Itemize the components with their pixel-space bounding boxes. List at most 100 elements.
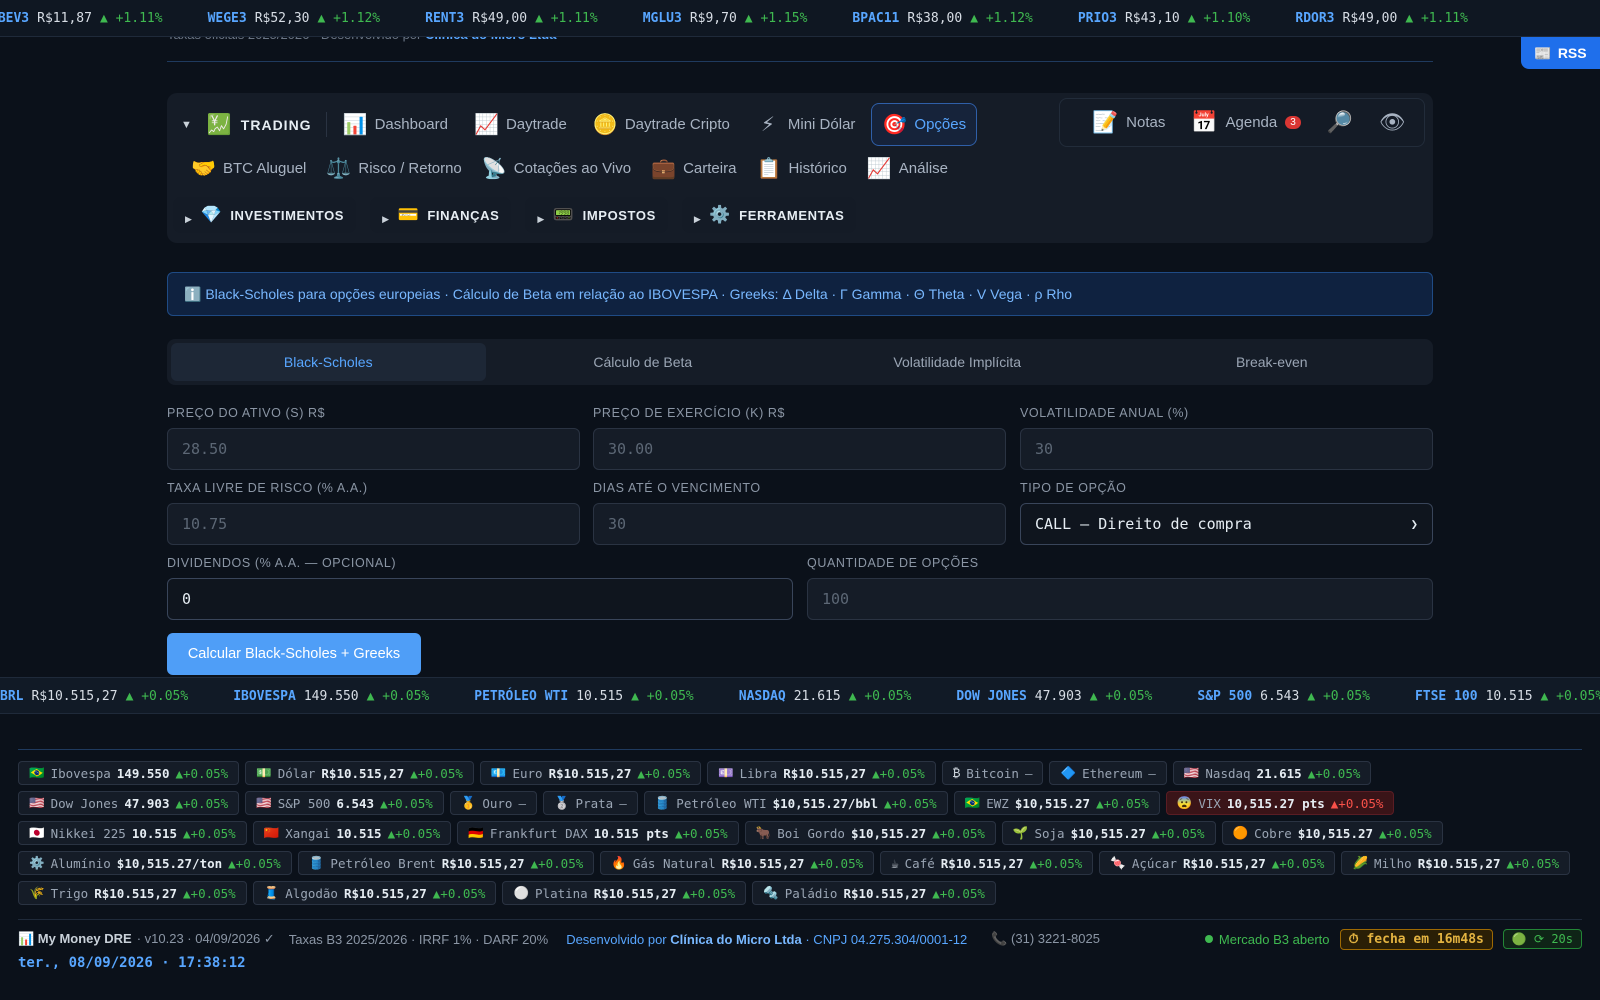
developer-link[interactable]: Desenvolvido por Clínica do Micro Ltda ·… xyxy=(566,932,967,947)
privacy-toggle[interactable]: 👁 xyxy=(1379,111,1406,135)
nav-group-investimentos[interactable]: ▶ 💎 INVESTIMENTOS xyxy=(173,197,357,233)
market-chip[interactable]: 🐂 Boi Gordo $10,515.27 ▲+0.05% xyxy=(744,821,996,845)
search-button[interactable]: 🔎 xyxy=(1327,111,1353,135)
nav-group-ferramentas[interactable]: ▶ ⚙️ FERRAMENTAS xyxy=(681,197,857,233)
ticker-item[interactable]: PETRÓLEO WTI 10.515 ▲ +0.05% xyxy=(474,689,694,704)
chip-change: ▲+0.05% xyxy=(530,855,584,871)
chip-change: ▲+0.05% xyxy=(883,795,937,811)
days-input[interactable]: 30 xyxy=(593,503,1006,545)
nav-item-risco-retorno[interactable]: ⚖️ Risco / Retorno xyxy=(316,148,471,189)
market-chip[interactable]: 🔥 Gás Natural R$10.515,27 ▲+0.05% xyxy=(600,851,875,875)
tab-implied-volatility[interactable]: Volatilidade Implícita xyxy=(800,343,1115,381)
ticker-item[interactable]: RDOR3 R$49,00 ▲ +1.11% xyxy=(1295,11,1468,26)
ticker-item[interactable]: ABEV3 R$11,87 ▲ +1.11% xyxy=(0,11,163,26)
ticker-item[interactable]: BRL R$10.515,27 ▲ +0.05% xyxy=(0,689,188,704)
ticker-item[interactable]: DOW JONES 47.903 ▲ +0.05% xyxy=(956,689,1152,704)
nav-item-carteira[interactable]: 💼 Carteira xyxy=(641,148,746,189)
calculate-button[interactable]: Calcular Black-Scholes + Greeks xyxy=(167,633,421,675)
market-chip[interactable]: 🥈 Prata — xyxy=(542,791,638,815)
rss-button[interactable]: 📰 RSS xyxy=(1521,37,1600,69)
market-chip[interactable]: 🇧🇷 EWZ $10,515.27 ▲+0.05% xyxy=(953,791,1160,815)
market-chip[interactable]: 🇩🇪 Frankfurt DAX 10.515 pts ▲+0.05% xyxy=(457,821,739,845)
quantity-input[interactable]: 100 xyxy=(807,578,1433,620)
market-chip[interactable]: 🧵 Algodão R$10.515,27 ▲+0.05% xyxy=(252,881,497,905)
ticker-item[interactable]: IBOVESPA 149.550 ▲ +0.05% xyxy=(233,689,429,704)
nav-icon: 📊 xyxy=(342,114,368,136)
market-chip[interactable]: 🔩 Paládio R$10.515,27 ▲+0.05% xyxy=(752,881,996,905)
nav-item-dashboard[interactable]: 📊 Dashboard xyxy=(333,104,458,145)
nav-item-daytrade[interactable]: 📈 Daytrade xyxy=(464,104,577,145)
market-chip[interactable]: 🇺🇸 Dow Jones 47.903 ▲+0.05% xyxy=(18,791,240,815)
ticker-item[interactable]: FTSE 100 10.515 ▲ +0.05% xyxy=(1415,689,1600,704)
market-chip[interactable]: 🌾 Trigo R$10.515,27 ▲+0.05% xyxy=(18,881,247,905)
market-chip[interactable]: ₿ Bitcoin — xyxy=(941,761,1044,785)
market-chip[interactable]: ⚪ Platina R$10.515,27 ▲+0.05% xyxy=(502,881,747,905)
ticker-item[interactable]: PRIO3 R$43,10 ▲ +1.10% xyxy=(1078,11,1251,26)
ticker-symbol: PETRÓLEO WTI xyxy=(474,689,569,704)
notes-button[interactable]: 📝 Notas xyxy=(1092,111,1165,135)
market-chip[interactable]: 💷 Libra R$10.515,27 ▲+0.05% xyxy=(707,761,936,785)
market-chip[interactable]: 💶 Euro R$10.515,27 ▲+0.05% xyxy=(479,761,702,785)
market-chip[interactable]: 🛢️ Petróleo WTI $10,515.27/bbl ▲+0.05% xyxy=(643,791,948,815)
market-chip[interactable]: ☕ Café R$10.515,27 ▲+0.05% xyxy=(880,851,1094,875)
dividends-input[interactable]: 0 xyxy=(167,578,793,620)
tab-beta[interactable]: Cálculo de Beta xyxy=(486,343,801,381)
chip-row: 🇯🇵 Nikkei 225 10.515 ▲+0.05% 🇨🇳 Xangai 10.515 ▲… xyxy=(18,821,1582,845)
ticker-item[interactable]: WEGE3 R$52,30 ▲ +1.12% xyxy=(208,11,381,26)
ticker-change: ▲ +1.11% xyxy=(99,11,163,26)
nav-item-btc-aluguel[interactable]: 🤝 BTC Aluguel xyxy=(181,148,316,189)
quantity-label: QUANTIDADE DE OPÇÕES xyxy=(807,556,979,570)
market-chip[interactable]: 🔷 Ethereum — xyxy=(1049,761,1167,785)
asset-price-input[interactable]: 28.50 xyxy=(167,428,580,470)
nav-item-cota-es-ao-vivo[interactable]: 📡 Cotações ao Vivo xyxy=(472,148,641,189)
strike-price-input[interactable]: 30.00 xyxy=(593,428,1006,470)
market-chip[interactable]: 🇧🇷 Ibovespa 149.550 ▲+0.05% xyxy=(18,761,240,785)
nav-group-impostos[interactable]: ▶ 📟 IMPOSTOS xyxy=(525,197,668,233)
ticker-item[interactable]: MGLU3 R$9,70 ▲ +1.15% xyxy=(643,11,808,26)
market-chip[interactable]: 💵 Dólar R$10.515,27 ▲+0.05% xyxy=(245,761,474,785)
nav-item-op-es[interactable]: 🎯 Opções xyxy=(871,103,978,146)
market-chip[interactable]: 🍬 Açúcar R$10.515,27 ▲+0.05% xyxy=(1099,851,1336,875)
option-type-select[interactable]: CALL — Direito de compra ❯ xyxy=(1020,503,1433,545)
ticker-price: R$10.515,27 xyxy=(31,689,118,704)
nav-item-label: Cotações ao Vivo xyxy=(513,160,632,177)
ticker-item[interactable]: NASDAQ 21.615 ▲ +0.05% xyxy=(739,689,912,704)
market-chip[interactable]: 🌱 Soja $10,515.27 ▲+0.05% xyxy=(1001,821,1216,845)
market-chip[interactable]: ⚙️ Alumínio $10,515.27/ton ▲+0.05% xyxy=(18,851,292,875)
app-version: · v10.23 · 04/09/2026 ✓ xyxy=(136,931,275,946)
market-chip[interactable]: 😨 VIX 10,515.27 pts ▲+0.05% xyxy=(1165,791,1395,815)
market-chip[interactable]: 🟠 Cobre $10,515.27 ▲+0.05% xyxy=(1221,821,1443,845)
chip-change: ▲+0.05% xyxy=(872,765,925,781)
section-trading-toggle[interactable]: ▼ 💹 TRADING xyxy=(181,112,327,137)
calendar-icon: 📅 xyxy=(1191,110,1218,134)
refresh-badge[interactable]: 🟢 ⟳ 20s xyxy=(1502,929,1582,949)
chip-change: ▲+0.05% xyxy=(432,885,486,901)
chip-change: ▲+0.05% xyxy=(410,765,463,781)
ticker-item[interactable]: BPAC11 R$38,00 ▲ +1.12% xyxy=(852,11,1032,26)
flag-icon: 💶 xyxy=(490,765,507,780)
ticker-item[interactable]: S&P 500 6.543 ▲ +0.05% xyxy=(1197,689,1370,704)
market-chip[interactable]: 🥇 Ouro — xyxy=(449,791,537,815)
nav-item-an-lise[interactable]: 📈 Análise xyxy=(857,148,958,189)
dividends-label: DIVIDENDOS (% A.A. — OPCIONAL) xyxy=(167,556,397,570)
nav-item-daytrade-cripto[interactable]: 🪙 Daytrade Cripto xyxy=(583,104,740,145)
chip-value: 10.515 xyxy=(336,825,382,841)
market-chip[interactable]: 🇨🇳 Xangai 10.515 ▲+0.05% xyxy=(252,821,452,845)
flag-icon: 🍬 xyxy=(1110,855,1126,870)
tab-break-even[interactable]: Break-even xyxy=(1115,343,1430,381)
nav-group-finanças[interactable]: ▶ 💳 FINANÇAS xyxy=(370,197,512,233)
market-chip[interactable]: 🇯🇵 Nikkei 225 10.515 ▲+0.05% xyxy=(18,821,247,845)
nav-item-mini-d-lar[interactable]: ⚡ Mini Dólar xyxy=(746,104,866,145)
risk-free-input[interactable]: 10.75 xyxy=(167,503,580,545)
tab-black-scholes[interactable]: Black-Scholes xyxy=(171,343,486,381)
chip-row: 🌾 Trigo R$10.515,27 ▲+0.05% 🧵 Algodão R$10.515… xyxy=(18,881,1582,905)
volatility-input[interactable]: 30 xyxy=(1020,428,1433,470)
market-chip[interactable]: 🛢️ Petróleo Brent R$10.515,27 ▲+0.05% xyxy=(297,851,595,875)
market-chip[interactable]: 🇺🇸 S&P 500 6.543 ▲+0.05% xyxy=(245,791,444,815)
market-chip[interactable]: 🇺🇸 Nasdaq 21.615 ▲+0.05% xyxy=(1172,761,1372,785)
market-chip[interactable]: 🌽 Milho R$10.515,27 ▲+0.05% xyxy=(1341,851,1571,875)
ticker-symbol: S&P 500 xyxy=(1197,689,1253,704)
ticker-item[interactable]: RENT3 R$49,00 ▲ +1.11% xyxy=(425,11,598,26)
nav-item-hist-rico[interactable]: 📋 Histórico xyxy=(746,148,856,189)
agenda-button[interactable]: 📅 Agenda 3 xyxy=(1191,110,1301,135)
